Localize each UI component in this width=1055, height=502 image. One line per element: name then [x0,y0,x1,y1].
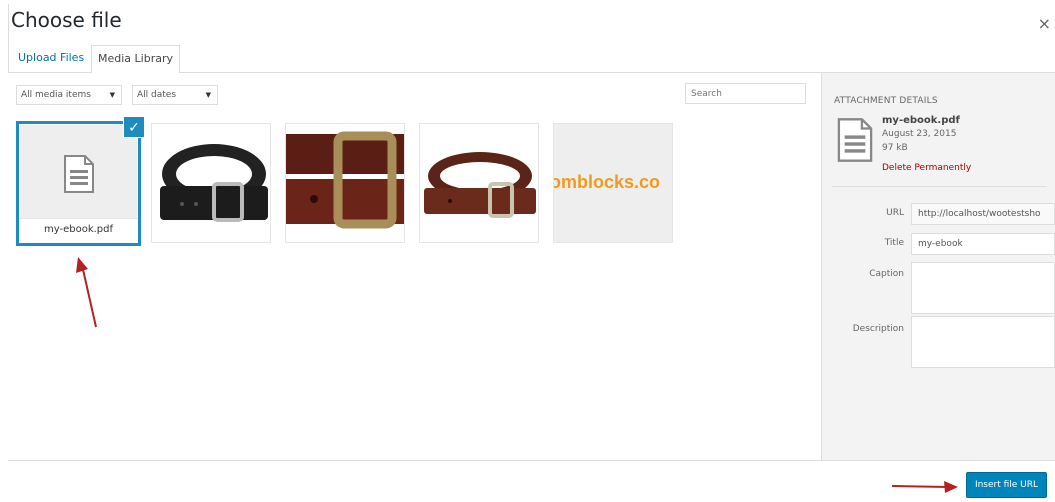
brown-belt-image [420,124,538,242]
search-input[interactable] [685,83,806,104]
attachment-details-heading: ATTACHMENT DETAILS [834,96,938,106]
media-item-image[interactable] [151,123,271,243]
date-filter-value: All dates [137,90,177,100]
media-item-filename: my-ebook.pdf [19,218,138,243]
media-item-pdf[interactable]: my-ebook.pdf [16,121,141,246]
brown-belt-buckle-image [286,124,404,242]
divider [832,186,1047,187]
chevron-down-icon: ▼ [205,91,211,99]
description-label: Description [852,324,904,334]
annotation-arrow-icon [891,481,958,493]
media-item-image[interactable]: omblocks.co [553,123,673,243]
description-field[interactable] [911,316,1055,368]
black-belt-image [152,124,270,242]
attachment-date: August 23, 2015 [882,129,957,139]
insert-file-url-button[interactable]: Insert file URL [966,472,1047,498]
modal-title: Choose file [11,8,122,32]
checkmark-icon[interactable]: ✓ [123,116,145,138]
media-type-filter-value: All media items [21,90,91,100]
document-icon [64,155,94,193]
document-icon [837,118,873,162]
tab-bar: Upload Files Media Library [8,45,1055,74]
title-field[interactable]: my-ebook [911,233,1055,255]
media-item-image[interactable] [285,123,405,243]
delete-permanently-link[interactable]: Delete Permanently [882,163,971,173]
annotation-arrow-icon [76,257,97,328]
caption-label: Caption [869,269,904,279]
media-type-filter[interactable]: All media items ▼ [16,85,122,105]
title-label: Title [884,238,904,248]
logo-image: omblocks.co [553,172,661,192]
attachment-size: 97 kB [882,143,908,153]
date-filter[interactable]: All dates ▼ [132,85,218,105]
attachment-filename: my-ebook.pdf [882,115,960,126]
caption-field[interactable] [911,262,1055,314]
url-label: URL [886,208,904,218]
chevron-down-icon: ▼ [109,91,115,99]
close-icon[interactable]: × [1038,14,1051,33]
tab-upload-files[interactable]: Upload Files [12,45,90,73]
media-item-image[interactable] [419,123,539,243]
url-field[interactable]: http://localhost/wootestsho [911,203,1055,225]
tab-media-library[interactable]: Media Library [91,45,180,74]
